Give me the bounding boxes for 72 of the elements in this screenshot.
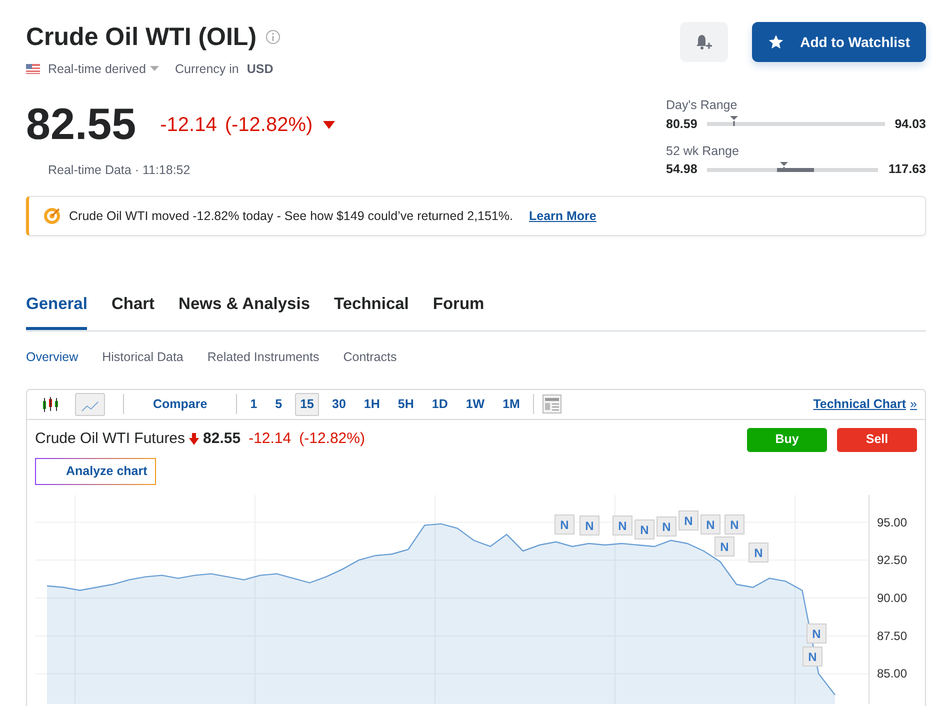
news-flag[interactable]: N [580, 516, 600, 536]
interval-button[interactable]: 1H [358, 392, 385, 416]
banner-text: Crude Oil WTI moved -12.82% today - See how $149 could’ve returned 2,151%. [69, 208, 513, 225]
compare-button[interactable]: Compare [148, 392, 212, 416]
nav-tab[interactable]: News & Analysis [178, 282, 310, 330]
y-axis-label: 90.00 [877, 590, 908, 605]
y-axis-label: 92.50 [877, 553, 908, 568]
news-flag[interactable]: N [612, 516, 632, 536]
interval-button[interactable]: 1W [460, 392, 490, 416]
caret-icon[interactable] [150, 66, 159, 72]
range-label: 52 wk Range [666, 142, 740, 160]
chart-change: -12.14 [248, 428, 292, 449]
y-axis-label: 85.00 [877, 666, 908, 681]
nav-tab[interactable]: Technical [334, 282, 409, 330]
news-flag[interactable]: N [700, 514, 720, 534]
range-high: 117.63 [888, 161, 926, 178]
news-flag[interactable]: N [806, 624, 826, 644]
chart-price: 82.55 [203, 428, 241, 449]
watchlist-button[interactable]: Add to Watchlist [752, 22, 926, 62]
percent-change: (-12.82%) [224, 112, 313, 138]
learn-more-link[interactable]: Learn More [529, 206, 596, 226]
news-flag[interactable]: N [656, 516, 676, 536]
news-flag[interactable]: N [634, 520, 654, 540]
interval-button[interactable]: 5 [270, 392, 288, 416]
alert-button[interactable] [680, 22, 728, 62]
currency-label: Currency in [174, 61, 239, 78]
news-flag[interactable]: N [554, 514, 574, 534]
news-flag[interactable]: N [748, 542, 768, 562]
down-arrow-icon [322, 120, 335, 129]
news-flag[interactable]: N [678, 510, 698, 530]
nav-tab[interactable]: General [26, 282, 88, 330]
interval-button[interactable]: 15 [295, 392, 319, 416]
analyze-chart-button[interactable]: Analyze chart [35, 458, 156, 485]
down-arrow-icon [189, 433, 200, 445]
chart-percent-change: (-12.82%) [299, 428, 365, 449]
news-flag[interactable]: N [802, 646, 822, 666]
update-time: Real-time Data · 11:18:52 [48, 162, 192, 179]
star-icon [768, 34, 784, 50]
y-axis-label: 87.50 [877, 628, 908, 643]
range-low: 80.59 [666, 116, 698, 133]
area-chart-button[interactable] [75, 392, 105, 416]
source-selector[interactable]: Real-time derived [48, 60, 146, 79]
interval-button[interactable]: 1 [245, 392, 262, 416]
interval-button[interactable]: 30 [327, 392, 351, 416]
last-price: 82.55 [26, 102, 136, 147]
target-icon [43, 206, 61, 225]
interval-button[interactable]: 1D [426, 392, 453, 416]
news-flag[interactable]: N [714, 536, 734, 556]
bell-plus-icon [695, 32, 714, 51]
sell-button[interactable]: Sell [837, 428, 917, 452]
candlestick-icon [40, 396, 60, 414]
news-flag[interactable]: N [724, 514, 744, 534]
nav-tab[interactable]: Forum [432, 282, 484, 330]
sub-tab[interactable]: Related Instruments [207, 348, 320, 367]
chart-instrument-name: Crude Oil WTI Futures [35, 428, 186, 449]
interval-button[interactable]: 1M [498, 392, 525, 416]
currency-value: USD [246, 61, 274, 78]
y-axis-label: 95.00 [877, 515, 908, 530]
info-icon[interactable] [264, 29, 281, 45]
technical-chart-link[interactable]: Technical Chart » [813, 394, 917, 414]
range-label: Day's Range [666, 97, 738, 114]
sub-tab[interactable]: Contracts [343, 348, 397, 367]
page-title: Crude Oil WTI (OIL) [26, 22, 257, 52]
layout-icon[interactable] [542, 394, 562, 414]
sub-tab[interactable]: Historical Data [102, 348, 184, 367]
range-high: 94.03 [894, 116, 926, 133]
flag-icon [26, 64, 40, 74]
sub-tab[interactable]: Overview [26, 348, 78, 367]
nav-tab[interactable]: Chart [111, 282, 155, 330]
range-low: 54.98 [666, 161, 698, 178]
price-change: -12.14 [160, 112, 217, 138]
interval-button[interactable]: 5H [392, 392, 419, 416]
